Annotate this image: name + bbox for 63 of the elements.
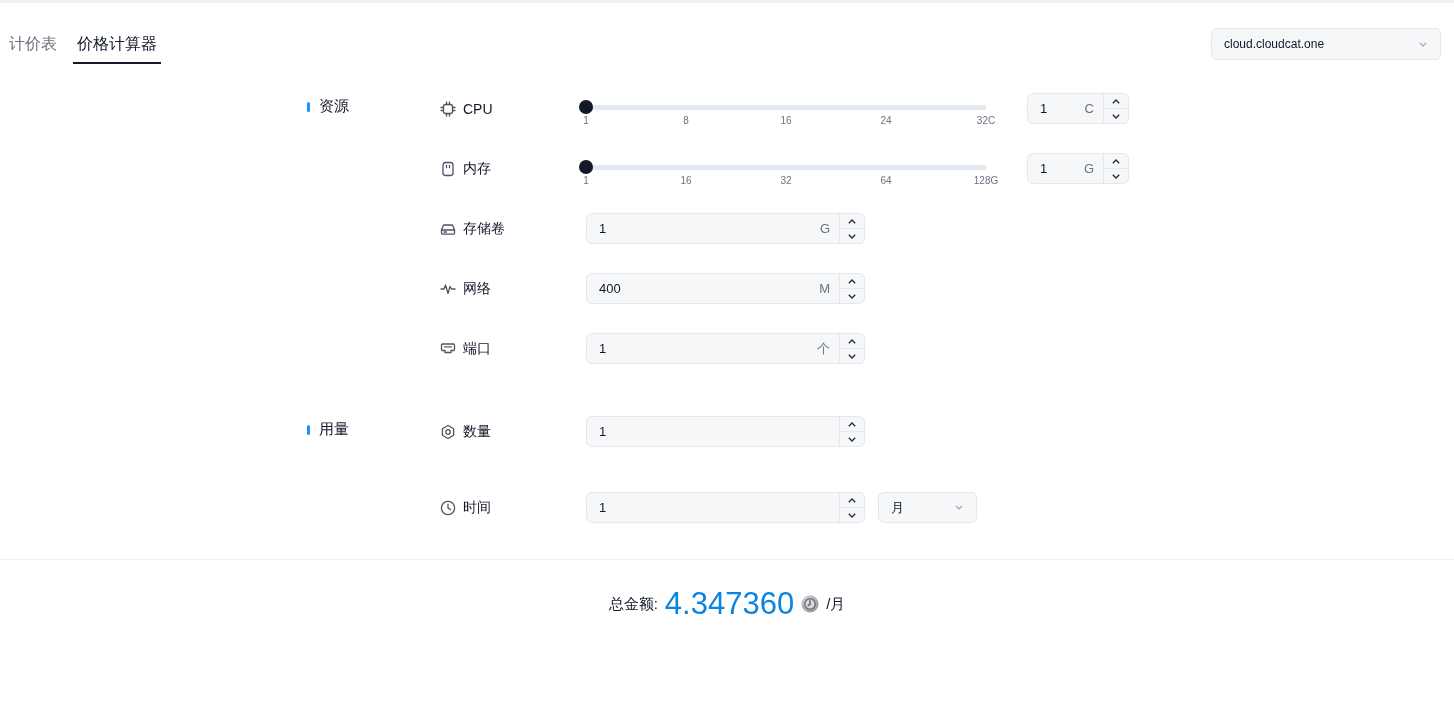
field-label: CPU xyxy=(463,100,493,117)
total-label: 总金额: xyxy=(608,594,658,614)
chevron-down-icon xyxy=(1112,173,1120,179)
chevron-up-icon xyxy=(848,338,856,344)
field-label: 存储卷 xyxy=(463,219,505,238)
slider-thumb[interactable] xyxy=(579,100,593,114)
section-title: 资源 xyxy=(319,97,349,116)
tick-label: 1 xyxy=(583,115,589,127)
tick-label: 32C xyxy=(976,115,996,127)
number-input[interactable]: 1 xyxy=(586,416,865,447)
unit-label: G xyxy=(1083,161,1095,176)
section-marker-icon xyxy=(307,101,310,112)
chevron-up-icon xyxy=(848,421,856,427)
tick-label: 1 xyxy=(583,175,589,187)
chevron-down-icon xyxy=(848,512,856,518)
server-dropdown[interactable]: cloud.cloudcat.one xyxy=(1211,28,1441,60)
slider-thumb[interactable] xyxy=(579,160,593,174)
total-amount: 4.347360 xyxy=(664,587,795,621)
tick-label: 16 xyxy=(780,115,792,127)
period-dropdown[interactable]: 月 xyxy=(878,492,977,523)
tick-label: 64 xyxy=(880,175,892,187)
number-input[interactable]: 1 个 xyxy=(586,333,865,364)
section-title: 用量 xyxy=(319,420,349,439)
unit-label: 个 xyxy=(817,339,831,358)
number-input[interactable]: 1 C xyxy=(1027,93,1129,124)
tick-label: 8 xyxy=(683,115,689,127)
field-label: 内存 xyxy=(463,159,491,178)
chevron-down-icon xyxy=(1419,41,1427,47)
number-input[interactable]: 1 G xyxy=(586,213,865,244)
tick-label: 128G xyxy=(973,175,999,187)
hexagon-nut-icon xyxy=(440,423,456,440)
tab[interactable]: 价格计算器 xyxy=(73,28,161,64)
clock-icon xyxy=(440,499,456,516)
chevron-up-icon xyxy=(1112,158,1120,164)
field-label: 网络 xyxy=(463,279,491,298)
unit-label: C xyxy=(1084,101,1095,116)
tick-label: 32 xyxy=(780,175,792,187)
number-input[interactable]: 400 M xyxy=(586,273,865,304)
chevron-down-icon xyxy=(848,436,856,442)
tick-label: 16 xyxy=(680,175,692,187)
field-label: 数量 xyxy=(463,422,491,441)
chevron-down-icon xyxy=(848,353,856,359)
tick-label: 24 xyxy=(880,115,892,127)
number-input[interactable]: 1 xyxy=(586,492,865,523)
number-input[interactable]: 1 G xyxy=(1027,153,1129,184)
chevron-down-icon xyxy=(848,293,856,299)
memory-card-icon xyxy=(440,160,456,177)
field-label: 时间 xyxy=(463,498,491,517)
chevron-down-icon xyxy=(955,505,963,510)
section-marker-icon xyxy=(307,424,310,435)
tab[interactable]: 计价表 xyxy=(5,28,61,64)
chevron-down-icon xyxy=(848,233,856,239)
period-label: /月 xyxy=(826,594,846,614)
chevron-up-icon xyxy=(848,497,856,503)
field-label: 端口 xyxy=(463,339,491,358)
unit-label: M xyxy=(819,281,831,296)
unit-label: G xyxy=(819,221,831,236)
chevron-up-icon xyxy=(848,278,856,284)
chevron-up-icon xyxy=(848,218,856,224)
chevron-up-icon xyxy=(1112,98,1120,104)
chevron-down-icon xyxy=(1112,113,1120,119)
chip-icon xyxy=(440,100,456,117)
coin-icon xyxy=(801,595,820,613)
